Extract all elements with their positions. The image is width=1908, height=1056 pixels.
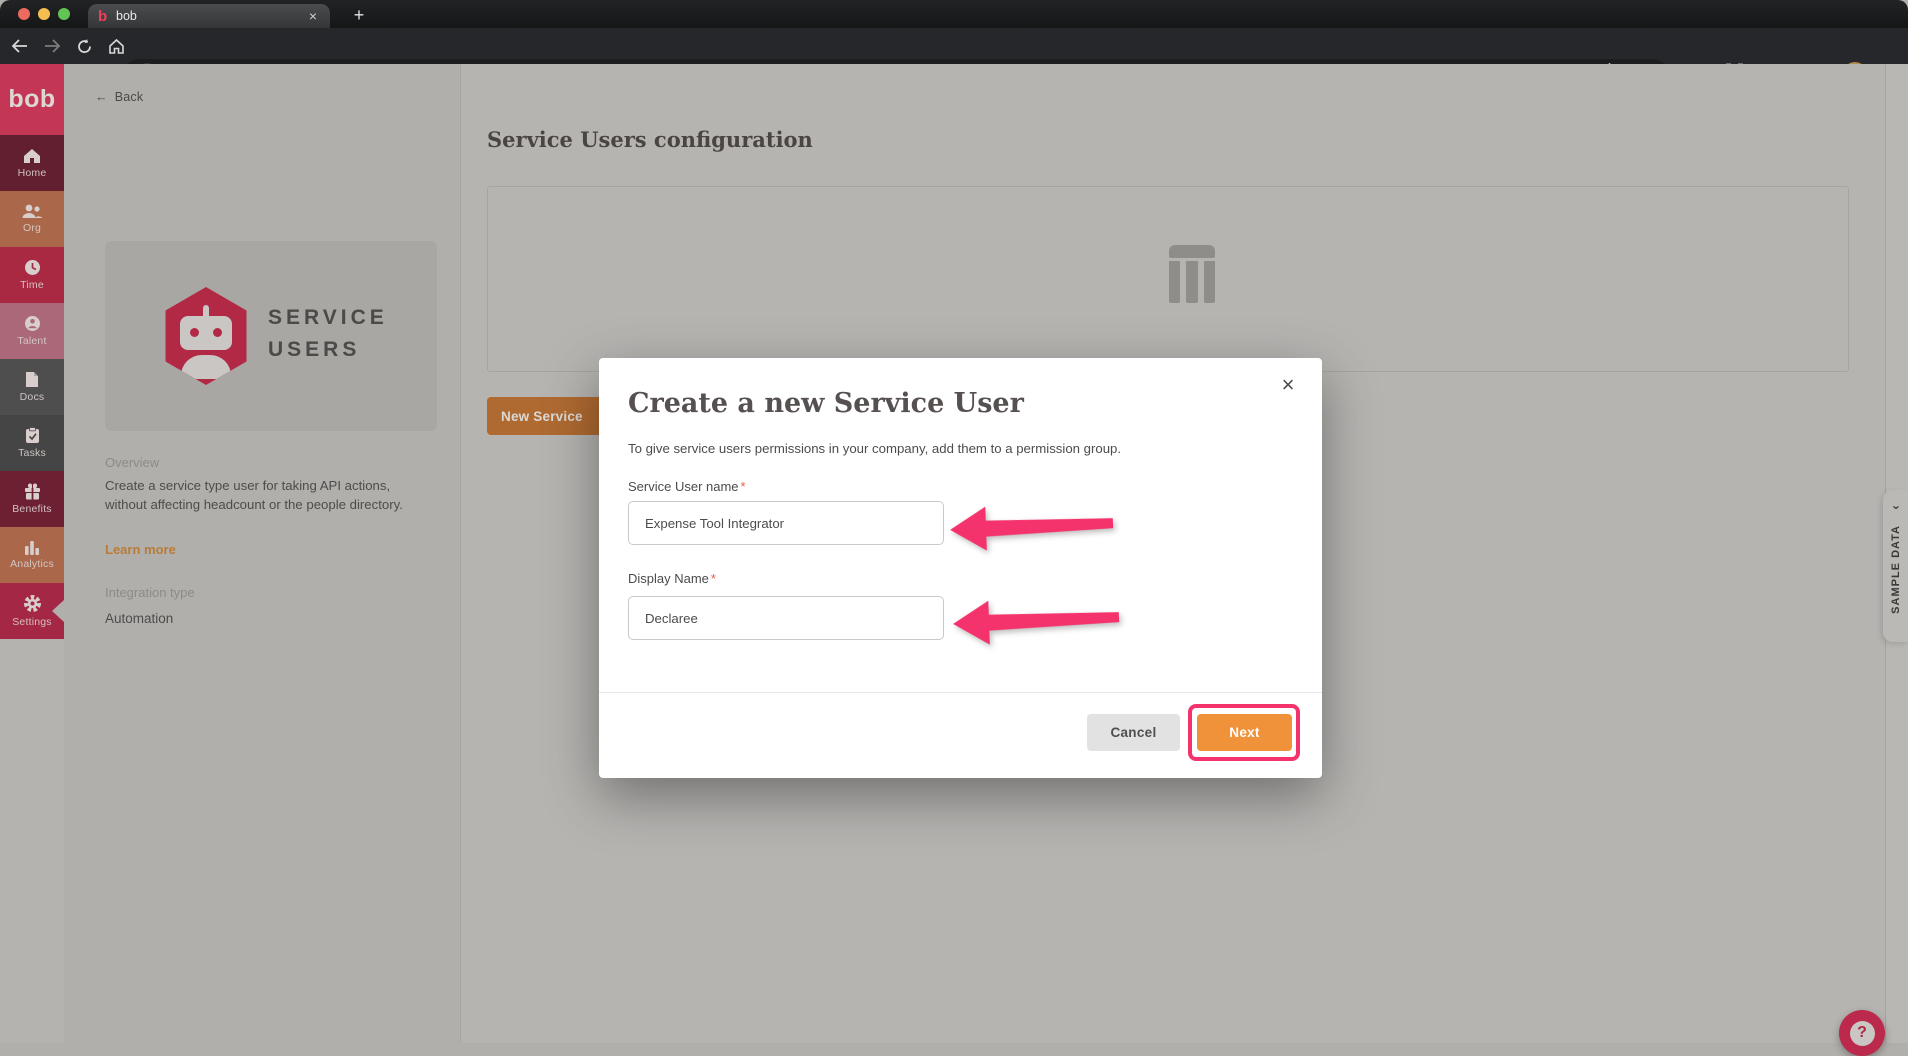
sidebar-item-analytics[interactable]: Analytics (0, 527, 64, 583)
service-users-logo-card: SERVICE USERS (105, 241, 437, 431)
overview-label: Overview (105, 455, 159, 470)
sidebar-item-label: Docs (20, 391, 45, 403)
sidebar-item-org[interactable]: Org (0, 191, 64, 247)
sidebar-item-label: Time (20, 279, 44, 291)
browser-tab[interactable]: b bob × (88, 4, 330, 28)
back-arrow-icon: ← (95, 90, 108, 104)
integration-type-value: Automation (105, 611, 173, 626)
tab-close-icon[interactable]: × (306, 8, 320, 24)
next-button[interactable]: Next (1197, 714, 1292, 751)
sidebar-item-label: Home (18, 167, 47, 179)
sidebar-item-time[interactable]: Time (0, 247, 64, 303)
sidebar-item-label: Benefits (12, 503, 52, 515)
cancel-button[interactable]: Cancel (1087, 714, 1180, 751)
sidebar-item-benefits[interactable]: Benefits (0, 471, 64, 527)
sample-data-tab[interactable]: ‹ SAMPLE DATA (1883, 490, 1908, 642)
modal-title: Create a new Service User (628, 388, 1024, 419)
integration-type-label: Integration type (105, 585, 195, 600)
back-navigation-icon[interactable] (4, 38, 36, 54)
browser-tabstrip: b bob × + (0, 0, 1908, 28)
tab-title: bob (116, 9, 306, 23)
sidebar-item-label: Tasks (18, 447, 46, 459)
clock-icon (24, 259, 41, 276)
display-name-input[interactable] (628, 596, 944, 640)
modal-footer-divider (599, 692, 1322, 693)
sidebar-item-settings[interactable]: Settings (0, 583, 64, 639)
bob-logo[interactable]: bob (0, 64, 64, 135)
trash-icon (1169, 245, 1215, 303)
back-button[interactable]: ← Back (95, 90, 143, 104)
person-badge-icon (24, 315, 41, 332)
document-icon (25, 371, 39, 388)
service-user-name-label: Service User name* (628, 479, 746, 494)
sidebar-item-tasks[interactable]: Tasks (0, 415, 64, 471)
gear-icon (23, 594, 42, 613)
chevron-left-icon: ‹ (1888, 505, 1903, 509)
gift-icon (24, 483, 41, 500)
learn-more-link[interactable]: Learn more (105, 542, 176, 557)
browser-toolbar: app.hibob.com/settings/integrations/serv… (0, 28, 1908, 64)
sidebar-item-talent[interactable]: Talent (0, 303, 64, 359)
modal-description: To give service users permissions in you… (628, 441, 1121, 456)
modal-close-icon[interactable]: × (1276, 372, 1300, 398)
service-user-name-input[interactable] (628, 501, 944, 545)
sidebar: bob Home Org Time Talent Docs Tasks Bene… (0, 64, 64, 1043)
macos-zoom-button[interactable] (58, 8, 70, 20)
service-users-empty-panel (487, 186, 1849, 372)
macos-close-button[interactable] (18, 8, 30, 20)
forward-navigation-icon[interactable] (36, 38, 68, 54)
service-users-hexagon-logo (162, 287, 250, 385)
annotation-arrow-display-name (952, 591, 1122, 649)
robot-head-icon (180, 316, 232, 350)
sidebar-item-label: Talent (17, 335, 46, 347)
page-title: Service Users configuration (487, 127, 813, 152)
display-name-label: Display Name* (628, 571, 716, 586)
annotation-arrow-service-user-name (949, 497, 1116, 555)
home-navigation-icon[interactable] (100, 38, 132, 55)
question-mark-icon: ? (1850, 1021, 1875, 1046)
required-asterisk: * (711, 571, 716, 586)
sidebar-item-label: Analytics (10, 558, 54, 570)
sidebar-item-docs[interactable]: Docs (0, 359, 64, 415)
new-tab-button[interactable]: + (346, 4, 372, 28)
sample-data-label: SAMPLE DATA (1890, 525, 1902, 614)
overview-text: Create a service type user for taking AP… (105, 477, 435, 514)
robot-body (181, 355, 231, 379)
required-asterisk: * (741, 479, 746, 494)
clipboard-check-icon (25, 427, 40, 444)
home-icon (23, 148, 41, 164)
people-icon (21, 204, 43, 219)
service-users-wordmark: SERVICE USERS (268, 302, 388, 366)
bar-chart-icon (24, 540, 40, 555)
sidebar-item-home[interactable]: Home (0, 135, 64, 191)
help-button[interactable]: ? (1839, 1010, 1885, 1056)
sidebar-item-label: Settings (12, 616, 52, 628)
reload-icon[interactable] (68, 38, 100, 55)
macos-minimize-button[interactable] (38, 8, 50, 20)
active-item-notch (52, 600, 64, 622)
create-service-user-modal: × Create a new Service User To give serv… (599, 358, 1322, 778)
bob-favicon: b (98, 8, 116, 25)
sidebar-item-label: Org (23, 222, 41, 234)
